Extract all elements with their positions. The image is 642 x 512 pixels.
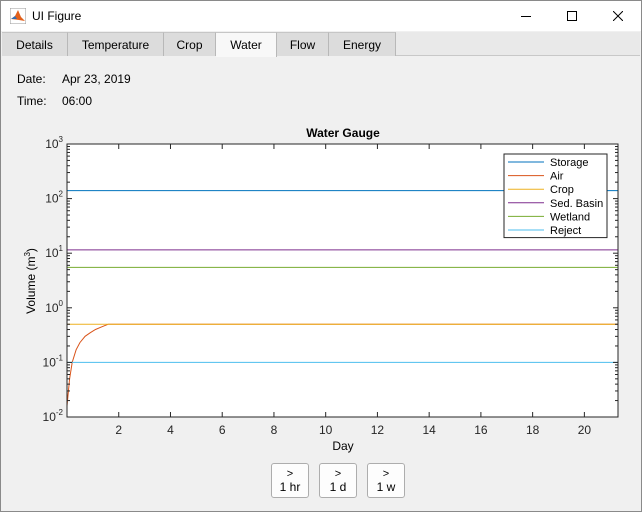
x-tick-label: 20 [578,423,592,437]
tab-water[interactable]: Water [216,32,277,57]
y-axis-label-text: Volume (m [24,257,38,314]
minimize-icon [521,16,531,17]
y-axis-label-close: ) [24,248,38,252]
y-tick-label: 101 [45,244,63,260]
tab-energy[interactable]: Energy [329,32,396,56]
step-1-hour-button[interactable]: > 1 hr [271,463,309,498]
maximize-icon [567,11,577,21]
tab-details[interactable]: Details [2,32,68,56]
y-tick-label: 102 [45,190,63,206]
x-tick-label: 14 [422,423,436,437]
matlab-logo-icon [10,8,26,24]
x-axis-label: Day [332,439,353,453]
chart-title: Water Gauge [306,126,380,140]
date-label: Date: [17,72,46,86]
step-1-hour-label: 1 hr [279,479,301,494]
y-tick-label: 10-2 [43,408,64,424]
close-button[interactable] [595,1,641,31]
step-1-week-button[interactable]: > 1 w [367,463,405,498]
y-axis-label: Volume (m3) [23,248,38,314]
y-tick-label: 100 [45,299,63,315]
step-1-week-label: 1 w [376,479,396,494]
legend-label: Storage [550,157,589,169]
x-tick-label: 16 [474,423,488,437]
time-value: 06:00 [62,94,93,108]
x-tick-label: 4 [167,423,174,437]
x-tick-label: 18 [526,423,540,437]
tab-bar: Details Temperature Crop Water Flow Ener… [2,32,640,57]
step-arrow-icon: > [382,467,390,480]
date-value: Apr 23, 2019 [62,72,131,86]
x-tick-label: 8 [271,423,278,437]
chart-legend[interactable]: Storage AirCrop Sed. BasinWetland Reject [503,153,608,239]
step-arrow-icon: > [334,467,342,480]
close-icon [613,11,623,21]
water-gauge-chart: Water Gauge 2 4 6 8 10 12 14 16 18 20 10-2 10-1 100 1… [23,126,619,453]
legend-label: Reject [550,225,581,237]
x-tick-label: 6 [219,423,226,437]
step-1-day-button[interactable]: > 1 d [319,463,357,498]
legend-label: Crop [550,184,574,196]
tab-crop[interactable]: Crop [164,32,216,56]
y-tick-label: 10-1 [43,353,64,369]
x-tick-label: 12 [371,423,385,437]
x-tick-label: 10 [319,423,333,437]
title-bar: UI Figure [1,1,641,31]
maximize-button[interactable] [549,1,595,31]
tab-temperature[interactable]: Temperature [68,32,164,56]
time-label: Time: [17,94,47,108]
legend-label: Sed. Basin [550,198,603,210]
tab-flow[interactable]: Flow [277,32,329,56]
minimize-button[interactable] [503,1,549,31]
step-1-day-label: 1 d [329,479,347,494]
legend-label: Wetland [550,211,590,223]
x-tick-label: 2 [115,423,122,437]
app-window: UI Figure Details Temperature Crop Water… [0,0,642,512]
legend-label: Air [550,171,564,183]
window-title: UI Figure [32,9,82,23]
y-tick-label: 103 [45,135,63,151]
step-arrow-icon: > [286,467,294,480]
